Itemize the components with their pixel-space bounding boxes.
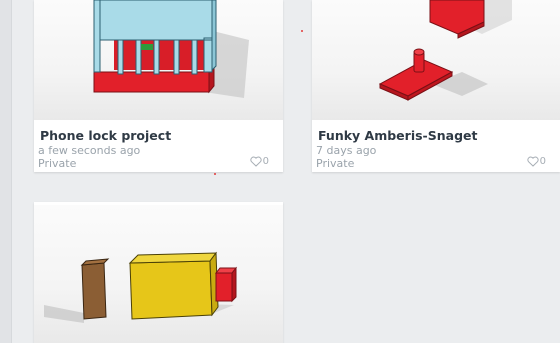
project-title[interactable]: Funky Amberis-Snaget bbox=[318, 128, 477, 143]
project-card-third[interactable] bbox=[34, 202, 283, 343]
edited-time: 7 days ago bbox=[316, 144, 377, 157]
like-button[interactable]: 0 bbox=[250, 156, 269, 167]
project-card-phone-lock[interactable]: Phone lock project a few seconds ago Pri… bbox=[34, 0, 283, 172]
edited-time: a few seconds ago bbox=[38, 144, 141, 157]
visibility-label: Private bbox=[38, 157, 77, 170]
like-count: 0 bbox=[539, 156, 546, 167]
project-title[interactable]: Phone lock project bbox=[40, 128, 171, 143]
phone-lock-model-preview bbox=[93, 0, 249, 98]
cursor-mark bbox=[301, 30, 303, 32]
left-rail bbox=[0, 0, 12, 343]
heart-icon bbox=[250, 156, 262, 167]
like-button[interactable]: 0 bbox=[527, 156, 546, 167]
project-thumbnail[interactable] bbox=[34, 0, 283, 120]
heart-icon bbox=[527, 156, 539, 167]
funky-model-preview bbox=[378, 0, 512, 101]
cursor-mark bbox=[214, 173, 216, 175]
like-count: 0 bbox=[262, 156, 269, 167]
visibility-label: Private bbox=[316, 157, 355, 170]
project-card-funky-amberis-snaget[interactable]: Funky Amberis-Snaget 7 days ago Private … bbox=[312, 0, 560, 172]
project-thumbnail[interactable] bbox=[34, 205, 283, 343]
block-model-preview bbox=[44, 251, 238, 323]
project-thumbnail[interactable] bbox=[312, 0, 560, 120]
